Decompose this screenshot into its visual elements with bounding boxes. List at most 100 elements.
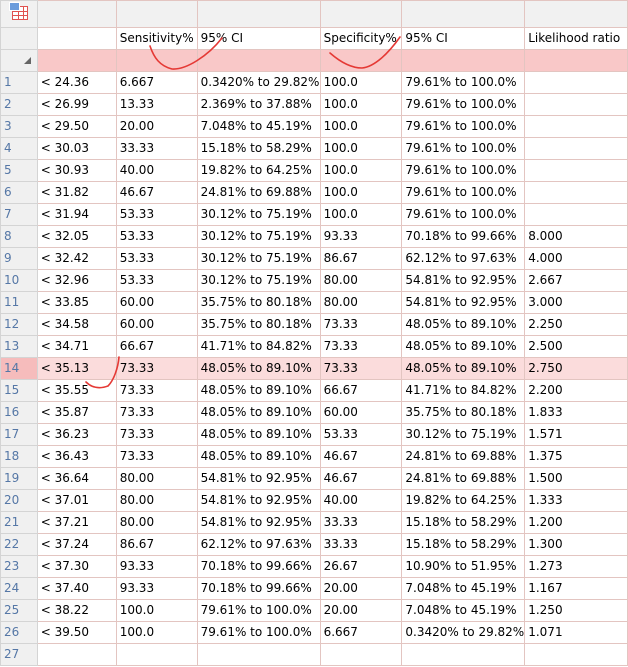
column-header-sensitivity[interactable]: Sensitivity% <box>115 27 198 50</box>
likelihood-ratio-cell[interactable] <box>524 643 628 666</box>
table-row[interactable]: 11 < 33.85 60.00 35.75% to 80.18% 80.00 54.81… <box>0 291 628 314</box>
row-number[interactable]: 14 <box>0 357 38 380</box>
sensitivity-ci-cell[interactable]: 70.18% to 99.66% <box>196 577 321 600</box>
sensitivity-cell[interactable]: 60.00 <box>115 291 198 314</box>
sensitivity-ci-cell[interactable]: 79.61% to 100.0% <box>196 599 321 622</box>
column-header-specificity[interactable]: Specificity% <box>319 27 403 50</box>
specificity-ci-cell[interactable] <box>401 643 526 666</box>
title-cell[interactable] <box>115 49 198 72</box>
sensitivity-cell[interactable]: 20.00 <box>115 115 198 138</box>
x-value-cell[interactable]: < 32.96 <box>36 269 117 292</box>
specificity-ci-cell[interactable]: 79.61% to 100.0% <box>401 93 526 116</box>
column-letter-cell[interactable] <box>36 0 117 28</box>
x-value-cell[interactable]: < 36.23 <box>36 423 117 446</box>
specificity-cell[interactable]: 26.67 <box>319 555 403 578</box>
x-value-cell[interactable]: < 37.01 <box>36 489 117 512</box>
likelihood-ratio-cell[interactable] <box>524 71 628 94</box>
table-row[interactable]: 10 < 32.96 53.33 30.12% to 75.19% 80.00 54.81… <box>0 269 628 292</box>
likelihood-ratio-cell[interactable]: 1.200 <box>524 511 628 534</box>
x-value-cell[interactable]: < 37.24 <box>36 533 117 556</box>
table-row[interactable]: 23 < 37.30 93.33 70.18% to 99.66% 26.67 10.90… <box>0 555 628 578</box>
row-number[interactable]: 22 <box>0 533 38 556</box>
specificity-cell[interactable]: 100.0 <box>319 71 403 94</box>
table-row[interactable]: 15 < 35.55 73.33 48.05% to 89.10% 66.67 41.71… <box>0 379 628 402</box>
specificity-cell[interactable]: 53.33 <box>319 423 403 446</box>
row-number[interactable]: 17 <box>0 423 38 446</box>
row-number[interactable]: 7 <box>0 203 38 226</box>
specificity-ci-cell[interactable]: 7.048% to 45.19% <box>401 599 526 622</box>
sensitivity-cell[interactable]: 53.33 <box>115 247 198 270</box>
table-row[interactable]: 22 < 37.24 86.67 62.12% to 97.63% 33.33 15.18… <box>0 533 628 556</box>
sensitivity-cell[interactable]: 73.33 <box>115 357 198 380</box>
sensitivity-cell[interactable]: 73.33 <box>115 423 198 446</box>
sensitivity-ci-cell[interactable]: 7.048% to 45.19% <box>196 115 321 138</box>
table-row[interactable]: 1 < 24.36 6.667 0.3420% to 29.82% 100.0 79.61… <box>0 71 628 94</box>
specificity-cell[interactable]: 33.33 <box>319 533 403 556</box>
x-value-cell[interactable]: < 30.03 <box>36 137 117 160</box>
sensitivity-cell[interactable]: 53.33 <box>115 225 198 248</box>
sensitivity-ci-cell[interactable]: 2.369% to 37.88% <box>196 93 321 116</box>
likelihood-ratio-cell[interactable]: 3.000 <box>524 291 628 314</box>
column-header-sensitivity-ci[interactable]: 95% CI <box>196 27 321 50</box>
specificity-cell[interactable]: 80.00 <box>319 291 403 314</box>
table-row[interactable]: 16 < 35.87 73.33 48.05% to 89.10% 60.00 35.75… <box>0 401 628 424</box>
sensitivity-ci-cell[interactable]: 70.18% to 99.66% <box>196 555 321 578</box>
specificity-ci-cell[interactable]: 54.81% to 92.95% <box>401 269 526 292</box>
specificity-ci-cell[interactable]: 7.048% to 45.19% <box>401 577 526 600</box>
specificity-ci-cell[interactable]: 79.61% to 100.0% <box>401 115 526 138</box>
table-row[interactable]: 24 < 37.40 93.33 70.18% to 99.66% 20.00 7.048… <box>0 577 628 600</box>
table-row[interactable]: 26 < 39.50 100.0 79.61% to 100.0% 6.667 0.342… <box>0 621 628 644</box>
sensitivity-cell[interactable]: 73.33 <box>115 445 198 468</box>
specificity-ci-cell[interactable]: 79.61% to 100.0% <box>401 71 526 94</box>
row-number[interactable]: 2 <box>0 93 38 116</box>
sensitivity-ci-cell[interactable]: 0.3420% to 29.82% <box>196 71 321 94</box>
row-number[interactable]: 23 <box>0 555 38 578</box>
sensitivity-cell[interactable]: 66.67 <box>115 335 198 358</box>
likelihood-ratio-cell[interactable]: 2.667 <box>524 269 628 292</box>
sensitivity-cell[interactable]: 86.67 <box>115 533 198 556</box>
x-value-cell[interactable]: < 32.42 <box>36 247 117 270</box>
row-number[interactable]: 8 <box>0 225 38 248</box>
specificity-ci-cell[interactable]: 30.12% to 75.19% <box>401 423 526 446</box>
specificity-ci-cell[interactable]: 79.61% to 100.0% <box>401 159 526 182</box>
likelihood-ratio-cell[interactable]: 2.500 <box>524 335 628 358</box>
specificity-cell[interactable]: 60.00 <box>319 401 403 424</box>
sensitivity-cell[interactable]: 100.0 <box>115 621 198 644</box>
sensitivity-cell[interactable] <box>115 643 198 666</box>
x-value-cell[interactable]: < 24.36 <box>36 71 117 94</box>
likelihood-ratio-cell[interactable]: 1.375 <box>524 445 628 468</box>
specificity-cell[interactable]: 73.33 <box>319 357 403 380</box>
table-row[interactable]: 21 < 37.21 80.00 54.81% to 92.95% 33.33 15.18… <box>0 511 628 534</box>
specificity-ci-cell[interactable]: 79.61% to 100.0% <box>401 137 526 160</box>
x-column-header[interactable] <box>36 27 117 50</box>
sensitivity-ci-cell[interactable]: 79.61% to 100.0% <box>196 621 321 644</box>
table-row[interactable]: 3 < 29.50 20.00 7.048% to 45.19% 100.0 79.61%… <box>0 115 628 138</box>
row-number[interactable]: 20 <box>0 489 38 512</box>
x-value-cell[interactable]: < 34.71 <box>36 335 117 358</box>
specificity-cell[interactable]: 66.67 <box>319 379 403 402</box>
sensitivity-ci-cell[interactable] <box>196 643 321 666</box>
row-number[interactable]: 24 <box>0 577 38 600</box>
row-number[interactable]: 26 <box>0 621 38 644</box>
specificity-cell[interactable]: 80.00 <box>319 269 403 292</box>
likelihood-ratio-cell[interactable] <box>524 203 628 226</box>
x-value-cell[interactable]: < 31.82 <box>36 181 117 204</box>
likelihood-ratio-cell[interactable]: 2.200 <box>524 379 628 402</box>
sensitivity-ci-cell[interactable]: 48.05% to 89.10% <box>196 423 321 446</box>
row-number[interactable]: 10 <box>0 269 38 292</box>
specificity-cell[interactable]: 20.00 <box>319 577 403 600</box>
likelihood-ratio-cell[interactable]: 1.333 <box>524 489 628 512</box>
sensitivity-cell[interactable]: 53.33 <box>115 203 198 226</box>
specificity-cell[interactable]: 100.0 <box>319 137 403 160</box>
likelihood-ratio-cell[interactable] <box>524 93 628 116</box>
sensitivity-cell[interactable]: 80.00 <box>115 467 198 490</box>
sensitivity-cell[interactable]: 80.00 <box>115 489 198 512</box>
specificity-cell[interactable]: 46.67 <box>319 445 403 468</box>
table-row[interactable]: 19 < 36.64 80.00 54.81% to 92.95% 46.67 24.81… <box>0 467 628 490</box>
likelihood-ratio-cell[interactable]: 4.000 <box>524 247 628 270</box>
row-number[interactable]: 15 <box>0 379 38 402</box>
likelihood-ratio-cell[interactable]: 8.000 <box>524 225 628 248</box>
sensitivity-cell[interactable]: 80.00 <box>115 511 198 534</box>
title-cell[interactable] <box>401 49 526 72</box>
column-letter-cell[interactable] <box>524 0 628 28</box>
